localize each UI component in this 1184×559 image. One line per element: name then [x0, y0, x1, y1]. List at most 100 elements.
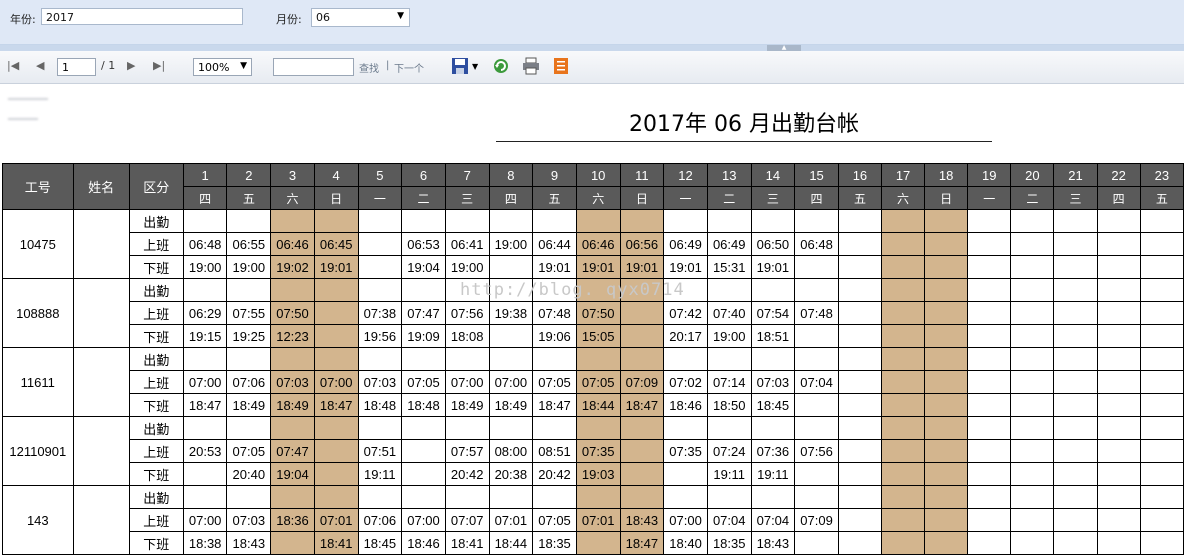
table-row: 下班 18:47 18:49 18:49 18:47 18:48 18:48 18:49 18:…: [3, 393, 1184, 417]
first-page-icon[interactable]: |◀: [7, 59, 19, 72]
time-cell: 18:47: [532, 393, 577, 417]
weekday-header: 四: [488, 186, 534, 210]
time-cell: [1139, 347, 1184, 371]
time-cell: [663, 209, 708, 233]
time-cell: 07:05: [532, 370, 577, 394]
export-dropdown-icon[interactable]: ▼: [472, 62, 478, 71]
weekday-header: 日: [313, 186, 359, 210]
day-header: 14: [750, 163, 796, 187]
time-cell: [924, 324, 969, 348]
time-cell: [401, 209, 446, 233]
header-row-days: 工号 姓名 区分 1 2 3 4 5 6 7 8 9 10 11 12 13 14 15 16 17 18 19 20 21 2…: [2, 163, 1184, 210]
print-icon[interactable]: [522, 57, 540, 75]
data-feed-icon[interactable]: [552, 57, 570, 75]
time-cell: 07:01: [575, 508, 621, 532]
zoom-select[interactable]: 100% ▼: [193, 58, 252, 76]
day-header: 5: [357, 163, 403, 187]
find-input[interactable]: [273, 58, 354, 76]
time-cell: [967, 393, 1012, 417]
time-cell: 07:03: [357, 370, 403, 394]
time-cell: 18:43: [619, 508, 665, 532]
time-cell: [1139, 439, 1184, 463]
time-cell: [1096, 324, 1141, 348]
time-cell: 07:06: [226, 370, 272, 394]
blurred-text: [8, 118, 38, 120]
table-row: 143 出勤: [2, 485, 1184, 555]
time-cell: [619, 439, 665, 463]
employee-id: 143: [2, 485, 74, 555]
find-button[interactable]: 查找: [359, 60, 379, 75]
time-cell: [794, 462, 839, 486]
find-next-button[interactable]: 下一个: [394, 60, 424, 75]
weekday-header: 六: [575, 186, 621, 210]
time-cell: [1053, 393, 1098, 417]
table-row: 下班 20:40 19:04 19:11 20:42 20:38 20:42 19:03 19:…: [3, 462, 1184, 486]
time-cell: [401, 462, 446, 486]
time-cell: [182, 278, 228, 302]
time-cell: [619, 278, 665, 302]
time-cell: 08:51: [532, 439, 577, 463]
time-cell: [663, 416, 708, 440]
last-page-icon[interactable]: ▶|: [153, 59, 165, 72]
time-cell: [967, 209, 1012, 233]
time-cell: 18:41: [313, 531, 359, 555]
export-icon[interactable]: [451, 57, 469, 75]
time-cell: 06:44: [532, 232, 577, 256]
row-type-label: 上班: [128, 439, 184, 463]
time-cell: 07:03: [270, 370, 315, 394]
header-id: 工号: [2, 163, 74, 210]
time-cell: [1010, 393, 1055, 417]
row-type-label: 出勤: [128, 209, 184, 233]
time-cell: 18:47: [619, 393, 665, 417]
month-select[interactable]: 06 ▼: [311, 8, 410, 27]
time-cell: [488, 347, 534, 371]
time-cell: 07:02: [663, 370, 708, 394]
time-cell: 19:01: [750, 255, 796, 279]
time-cell: [837, 393, 883, 417]
employee-id: 108888: [2, 278, 74, 348]
time-cell: [182, 485, 228, 509]
time-cell: [837, 485, 883, 509]
time-cell: [924, 508, 969, 532]
time-cell: [706, 278, 752, 302]
time-cell: [1053, 324, 1098, 348]
time-cell: [1096, 255, 1141, 279]
time-cell: [663, 462, 708, 486]
table-row: 下班 18:38 18:43 18:41 18:45 18:46 18:41 18:44 18:…: [3, 531, 1184, 555]
time-cell: [880, 301, 926, 325]
time-cell: [750, 278, 796, 302]
time-cell: [967, 301, 1012, 325]
time-cell: [1096, 209, 1141, 233]
time-cell: [619, 301, 665, 325]
time-cell: 07:57: [444, 439, 490, 463]
row-type-label: 出勤: [128, 278, 184, 302]
time-cell: [444, 347, 490, 371]
time-cell: 07:48: [794, 301, 839, 325]
time-cell: 19:00: [182, 255, 228, 279]
time-cell: 07:00: [663, 508, 708, 532]
year-input[interactable]: 2017: [41, 8, 243, 25]
time-cell: 15:05: [575, 324, 621, 348]
time-cell: [880, 232, 926, 256]
refresh-icon[interactable]: [492, 57, 510, 75]
time-cell: 06:49: [663, 232, 708, 256]
time-cell: [1139, 462, 1184, 486]
time-cell: [924, 255, 969, 279]
time-cell: [967, 531, 1012, 555]
time-cell: 18:44: [575, 393, 621, 417]
weekday-header: 四: [794, 186, 839, 210]
time-cell: [794, 278, 839, 302]
time-cell: 07:00: [182, 508, 228, 532]
time-cell: 07:48: [532, 301, 577, 325]
time-cell: [967, 416, 1012, 440]
header-type: 区分: [128, 163, 184, 210]
time-cell: [837, 347, 883, 371]
time-cell: 19:15: [182, 324, 228, 348]
previous-page-icon[interactable]: ◀: [36, 59, 44, 72]
parameter-bar: 年份: 2017 月份: 06 ▼: [0, 0, 1184, 45]
time-cell: [1010, 508, 1055, 532]
next-page-icon[interactable]: ▶: [127, 59, 135, 72]
time-cell: [794, 485, 839, 509]
time-cell: [1139, 370, 1184, 394]
page-number-input[interactable]: 1: [57, 58, 96, 76]
